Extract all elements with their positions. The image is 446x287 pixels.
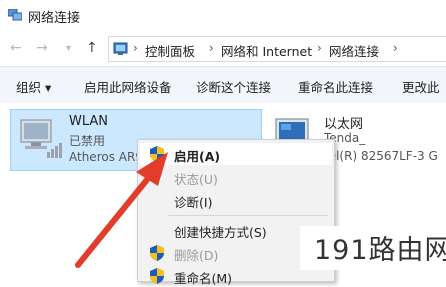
change-settings-button[interactable]: 更改此	[402, 77, 440, 96]
uac-shield-icon	[150, 268, 164, 284]
adapter-status: 已禁用	[69, 134, 106, 148]
uac-shield-icon	[150, 245, 164, 261]
menu-item-label: 启用(A)	[174, 149, 221, 164]
watermark-text: 191路由网	[314, 235, 446, 266]
breadcrumb-network-internet[interactable]: 网络和 Internet	[221, 41, 312, 60]
menu-item-label: 重命名(M)	[174, 271, 233, 286]
enable-device-button[interactable]: 启用此网络设备	[84, 77, 172, 96]
rename-button[interactable]: 重命名此连接	[298, 77, 373, 96]
adapter-device: Atheros AR9	[69, 150, 143, 164]
window-title: 网络连接	[28, 11, 81, 26]
network-connections-icon	[8, 9, 22, 21]
chevron-down-icon[interactable]: ▾	[66, 43, 71, 54]
address-field[interactable]: › 控制面板 › 网络和 Internet › 网络连接 ›	[108, 36, 446, 62]
uac-shield-icon	[150, 146, 164, 162]
menu-item-status[interactable]: 状态(U)	[140, 166, 332, 188]
menu-item-label: 诊断(I)	[174, 195, 213, 210]
menu-item-label: 状态(U)	[174, 172, 218, 187]
menu-item-enable[interactable]: 启用(A)	[140, 143, 332, 165]
breadcrumb-separator: ›	[317, 41, 322, 55]
command-bar: 组织 ▾ 启用此网络设备 诊断这个连接 重命名此连接 更改此	[0, 66, 446, 104]
menu-separator	[168, 215, 328, 216]
back-button[interactable]: ←	[10, 40, 22, 56]
breadcrumb-network-connections[interactable]: 网络连接	[329, 41, 379, 60]
organize-button[interactable]: 组织 ▾	[16, 77, 51, 96]
breadcrumb-separator: ›	[209, 41, 214, 55]
breadcrumb-separator: ›	[393, 41, 398, 55]
control-panel-icon	[113, 42, 128, 55]
adapter-name: WLAN	[69, 114, 109, 129]
forward-button[interactable]: →	[36, 40, 48, 56]
title-bar: 网络连接	[0, 0, 446, 32]
breadcrumb-separator: ›	[133, 41, 138, 55]
menu-item-diagnose[interactable]: 诊断(I)	[140, 189, 332, 211]
address-bar: ← → ▾ ↑ › 控制面板 › 网络和 Internet › 网络连接 ›	[0, 34, 446, 64]
wireless-adapter-icon	[20, 119, 62, 158]
menu-item-label: 创建快捷方式(S)	[174, 225, 267, 240]
up-button[interactable]: ↑	[86, 40, 98, 56]
adapter-name: 以太网	[324, 117, 364, 132]
breadcrumb-control-panel[interactable]: 控制面板	[145, 41, 195, 60]
diagnose-button[interactable]: 诊断这个连接	[196, 77, 271, 96]
menu-item-label: 删除(D)	[174, 248, 219, 263]
adapter-device: tel(R) 82567LF-3 G	[324, 149, 438, 163]
